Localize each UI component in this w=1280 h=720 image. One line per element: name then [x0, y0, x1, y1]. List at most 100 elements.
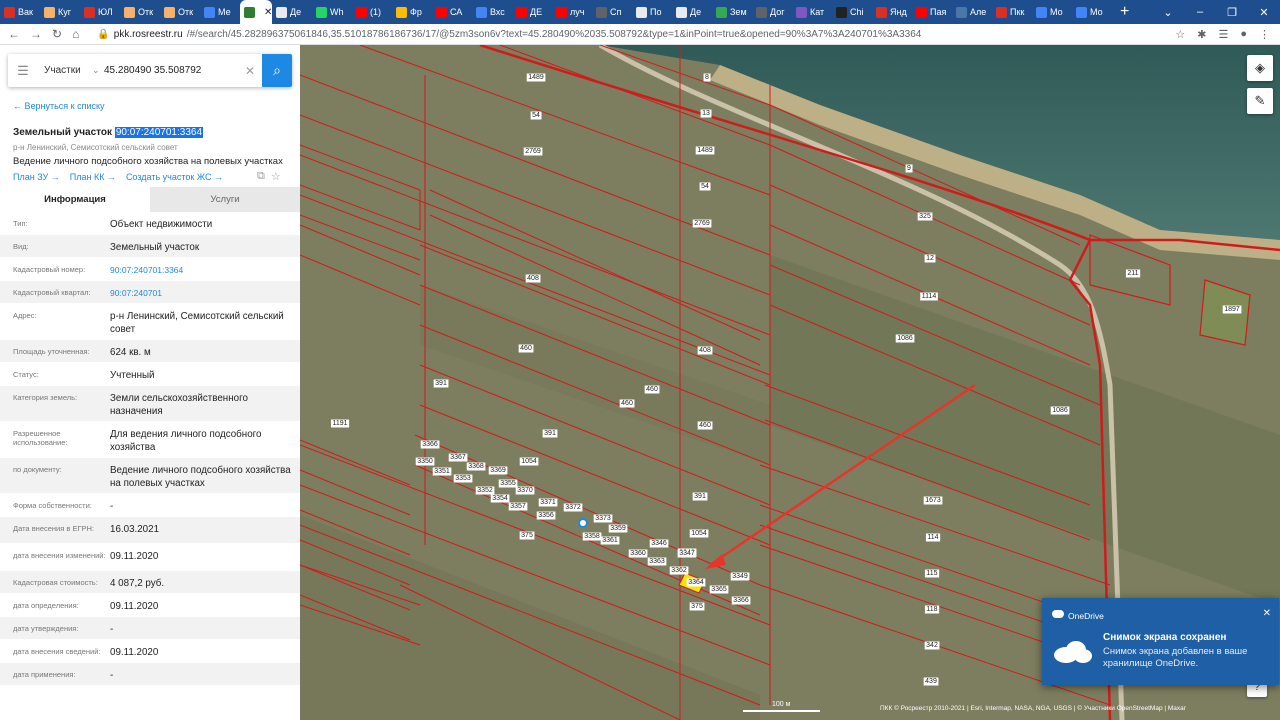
- parcel-number-label: 460: [699, 422, 711, 429]
- browser-tab[interactable]: Зем: [712, 0, 752, 24]
- create-zhs-link[interactable]: Создать участок ЖС →: [126, 172, 223, 182]
- tab-label: Куг: [58, 7, 72, 17]
- url-host: pkk.rosreestr.ru: [113, 28, 183, 40]
- browser-tab[interactable]: Вхс: [472, 0, 512, 24]
- browser-tab[interactable]: Ме: [200, 0, 240, 24]
- browser-tab[interactable]: луч: [552, 0, 592, 24]
- chevron-down-icon[interactable]: ⌄: [92, 65, 104, 76]
- browser-tab[interactable]: Пкк: [992, 0, 1032, 24]
- measure-button[interactable]: ✎: [1247, 88, 1273, 114]
- info-row-label: по документу:: [13, 465, 62, 474]
- search-type-select[interactable]: Участки: [38, 65, 92, 76]
- parcel-number-label: 408: [527, 275, 539, 282]
- parcel-number-label: 2769: [525, 148, 541, 155]
- parcel-number-label: 3359: [610, 525, 626, 532]
- tab-favicon-icon: [716, 6, 727, 18]
- maximize-button[interactable]: ❐: [1216, 6, 1248, 19]
- browser-tab[interactable]: Chi: [832, 0, 872, 24]
- bookmark-star-icon[interactable]: ☆: [1175, 28, 1185, 41]
- close-notification-icon[interactable]: ✕: [1263, 608, 1271, 619]
- browser-tab[interactable]: Де: [272, 0, 312, 24]
- parcel-number-label: 391: [435, 380, 447, 387]
- info-row-value[interactable]: 90:07:240701: [110, 281, 294, 303]
- url-field[interactable]: 🔒 pkk.rosreestr.ru/#/search/45.282896375…: [97, 29, 921, 40]
- browser-tab[interactable]: Мо: [1032, 0, 1072, 24]
- tab-information[interactable]: Информация: [0, 187, 150, 212]
- browser-tab[interactable]: Куг: [40, 0, 80, 24]
- layers-button[interactable]: ◈: [1247, 55, 1273, 81]
- tab-services[interactable]: Услуги: [150, 187, 300, 212]
- search-button[interactable]: ⌕: [262, 54, 292, 87]
- hamburger-menu-icon[interactable]: ☰: [8, 63, 38, 79]
- tab-label: Фр: [410, 7, 422, 17]
- tab-favicon-icon: [316, 6, 327, 18]
- parcel-number-label: 325: [919, 213, 931, 220]
- close-window-button[interactable]: ✕: [1248, 6, 1280, 19]
- info-row-value: 09.11.2020: [110, 647, 159, 658]
- forward-icon[interactable]: →: [30, 27, 42, 41]
- browser-tab[interactable]: Пая: [912, 0, 952, 24]
- info-row-label: Кадастровый квартал:: [13, 288, 91, 297]
- browser-tab[interactable]: Мо: [1072, 0, 1112, 24]
- plan-zu-link[interactable]: План ЗУ →: [13, 172, 60, 182]
- browser-tab[interactable]: Кат: [792, 0, 832, 24]
- parcel-title-text: Земельный участок: [13, 127, 113, 138]
- copy-icon[interactable]: ⧉: [257, 170, 265, 183]
- info-row-value[interactable]: 90:07:240701:3364: [110, 258, 294, 280]
- browser-tab[interactable]: По: [632, 0, 672, 24]
- onedrive-notification[interactable]: OneDrive ✕ Снимок экрана сохранен Снимок…: [1042, 598, 1279, 685]
- tab-favicon-icon: [356, 6, 367, 18]
- browser-tab[interactable]: Wh: [312, 0, 352, 24]
- browser-tab-bar: Вак Куг ЮЛ Отк Отк Ме ✕ Де Wh (1) Фр СА Вхс ДЕ луч Сп По…: [0, 0, 1280, 24]
- browser-tab[interactable]: Отк: [160, 0, 200, 24]
- info-row: Тип: Объект недвижимости: [0, 212, 300, 235]
- browser-tab[interactable]: Отк: [120, 0, 160, 24]
- browser-tab[interactable]: ЮЛ: [80, 0, 120, 24]
- parcel-number-label: 3358: [584, 533, 600, 540]
- close-tab-icon[interactable]: ✕: [264, 7, 272, 18]
- parcel-number-selected[interactable]: 90:07:240701:3364: [114, 127, 204, 138]
- onedrive-app-name: OneDrive: [1068, 611, 1104, 621]
- parcel-sidebar: ☰ Участки ⌄ ✕ ⌕ ← Вернуться к списку Зем…: [0, 45, 300, 720]
- tab-favicon-icon: [244, 6, 255, 18]
- browser-tab[interactable]: Сп: [592, 0, 632, 24]
- favorite-star-icon[interactable]: ☆: [271, 170, 281, 183]
- profile-avatar[interactable]: ●: [1240, 28, 1247, 41]
- parcel-number-label: 3354: [492, 495, 508, 502]
- info-row-label: Тип:: [13, 219, 28, 228]
- reading-list-icon[interactable]: ☰: [1218, 28, 1228, 41]
- tab-label: Пая: [930, 7, 947, 17]
- tab-label: Де: [290, 7, 302, 17]
- browser-tab[interactable]: Янд: [872, 0, 912, 24]
- browser-tab[interactable]: Де: [672, 0, 712, 24]
- back-to-list-link[interactable]: ← Вернуться к списку: [13, 101, 105, 111]
- info-row-value: Ведение личного подсобного хозяйства на …: [110, 465, 291, 489]
- browser-tab[interactable]: ДЕ: [512, 0, 552, 24]
- home-icon[interactable]: ⌂: [72, 27, 79, 41]
- plan-kk-link[interactable]: План КК →: [70, 172, 116, 182]
- browser-tab[interactable]: Вак: [0, 0, 40, 24]
- tab-search-icon[interactable]: ⌄: [1152, 6, 1184, 19]
- tab-label: Зем: [730, 7, 747, 17]
- tab-label: Янд: [890, 7, 907, 17]
- parcel-number-label: 1897: [1224, 306, 1240, 313]
- browser-tab[interactable]: СА: [432, 0, 472, 24]
- parcel-number-label: 460: [520, 345, 532, 352]
- browser-tab[interactable]: Фр: [392, 0, 432, 24]
- parcel-number-label: 3372: [565, 504, 581, 511]
- browser-tab[interactable]: Дог: [752, 0, 792, 24]
- browser-tab[interactable]: Але: [952, 0, 992, 24]
- new-tab-button[interactable]: +: [1120, 3, 1129, 21]
- browser-menu-icon[interactable]: ⋮: [1259, 28, 1270, 41]
- parcel-number-label: 1191: [332, 420, 347, 427]
- minimize-button[interactable]: –: [1184, 6, 1216, 18]
- browser-tab[interactable]: ✕: [240, 0, 272, 24]
- back-icon[interactable]: ←: [8, 27, 20, 41]
- extensions-icon[interactable]: ✱: [1197, 28, 1206, 41]
- search-input[interactable]: [104, 65, 242, 76]
- reload-icon[interactable]: ↻: [52, 27, 62, 41]
- clear-search-icon[interactable]: ✕: [242, 64, 258, 78]
- tab-favicon-icon: [1076, 6, 1087, 18]
- tab-label: Ме: [218, 7, 231, 17]
- browser-tab[interactable]: (1): [352, 0, 392, 24]
